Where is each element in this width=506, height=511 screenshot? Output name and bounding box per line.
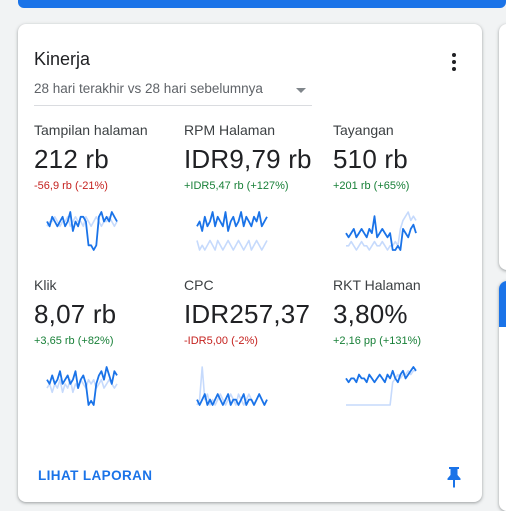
sparkline-chart	[46, 211, 118, 251]
dropdown-caret-icon	[296, 88, 306, 93]
view-report-link[interactable]: LIHAT LAPORAN	[38, 468, 152, 483]
metric-name: CPC	[184, 277, 214, 293]
metric-clicks[interactable]: Klik 8,07 rb +3,65 rb (+82%)	[34, 277, 184, 427]
sparkline-chart	[46, 366, 118, 406]
metric-name: Tampilan halaman	[34, 122, 148, 138]
date-range-label: 28 hari terakhir vs 28 hari sebelumnya	[34, 81, 263, 96]
metric-cpc[interactable]: CPC IDR257,37 -IDR5,00 (-2%)	[184, 277, 334, 427]
metric-impressions[interactable]: Tayangan 510 rb +201 rb (+65%)	[333, 122, 483, 272]
previous-period-line	[196, 239, 268, 251]
metric-page-views[interactable]: Tampilan halaman 212 rb -56,9 rb (-21%)	[34, 122, 184, 272]
previous-period-line	[46, 378, 118, 394]
metric-change: -IDR5,00 (-2%)	[184, 335, 258, 347]
sparkline-chart	[196, 366, 268, 406]
metric-value: 510 rb	[333, 144, 408, 174]
metric-value: IDR257,37	[184, 299, 311, 329]
metric-page-ctr[interactable]: RKT Halaman 3,80% +2,16 pp (+131%)	[333, 277, 483, 427]
previous-card-bottom-edge	[18, 0, 506, 8]
performance-card: Kinerja 28 hari terakhir vs 28 hari sebe…	[18, 24, 482, 502]
adjacent-card-2	[499, 281, 506, 511]
metric-change: +2,16 pp (+131%)	[333, 335, 422, 347]
metric-change: +IDR5,47 rb (+127%)	[184, 180, 289, 192]
metric-value: 212 rb	[34, 144, 109, 174]
metric-change: -56,9 rb (-21%)	[34, 180, 108, 192]
metric-name: Klik	[34, 277, 57, 293]
metric-name: Tayangan	[333, 122, 394, 138]
metric-change: +3,65 rb (+82%)	[34, 335, 114, 347]
metric-value: 8,07 rb	[34, 299, 117, 329]
more-options-icon[interactable]	[444, 50, 464, 74]
current-period-line	[46, 211, 118, 251]
metric-value: IDR9,79 rb	[184, 144, 312, 174]
metric-name: RPM Halaman	[184, 122, 276, 138]
metric-change: +201 rb (+65%)	[333, 180, 410, 192]
metric-value: 3,80%	[333, 299, 408, 329]
adjacent-card-header	[499, 281, 506, 327]
metric-name: RKT Halaman	[333, 277, 421, 293]
current-period-line	[196, 211, 268, 232]
card-title: Kinerja	[34, 49, 91, 69]
pin-icon[interactable]	[446, 466, 462, 488]
sparkline-chart	[196, 211, 268, 251]
adjacent-card	[499, 24, 506, 270]
sparkline-chart	[345, 366, 417, 406]
date-range-dropdown[interactable]: 28 hari terakhir vs 28 hari sebelumnya	[34, 79, 312, 106]
metric-page-rpm[interactable]: RPM Halaman IDR9,79 rb +IDR5,47 rb (+127…	[184, 122, 334, 272]
sparkline-chart	[345, 211, 417, 251]
